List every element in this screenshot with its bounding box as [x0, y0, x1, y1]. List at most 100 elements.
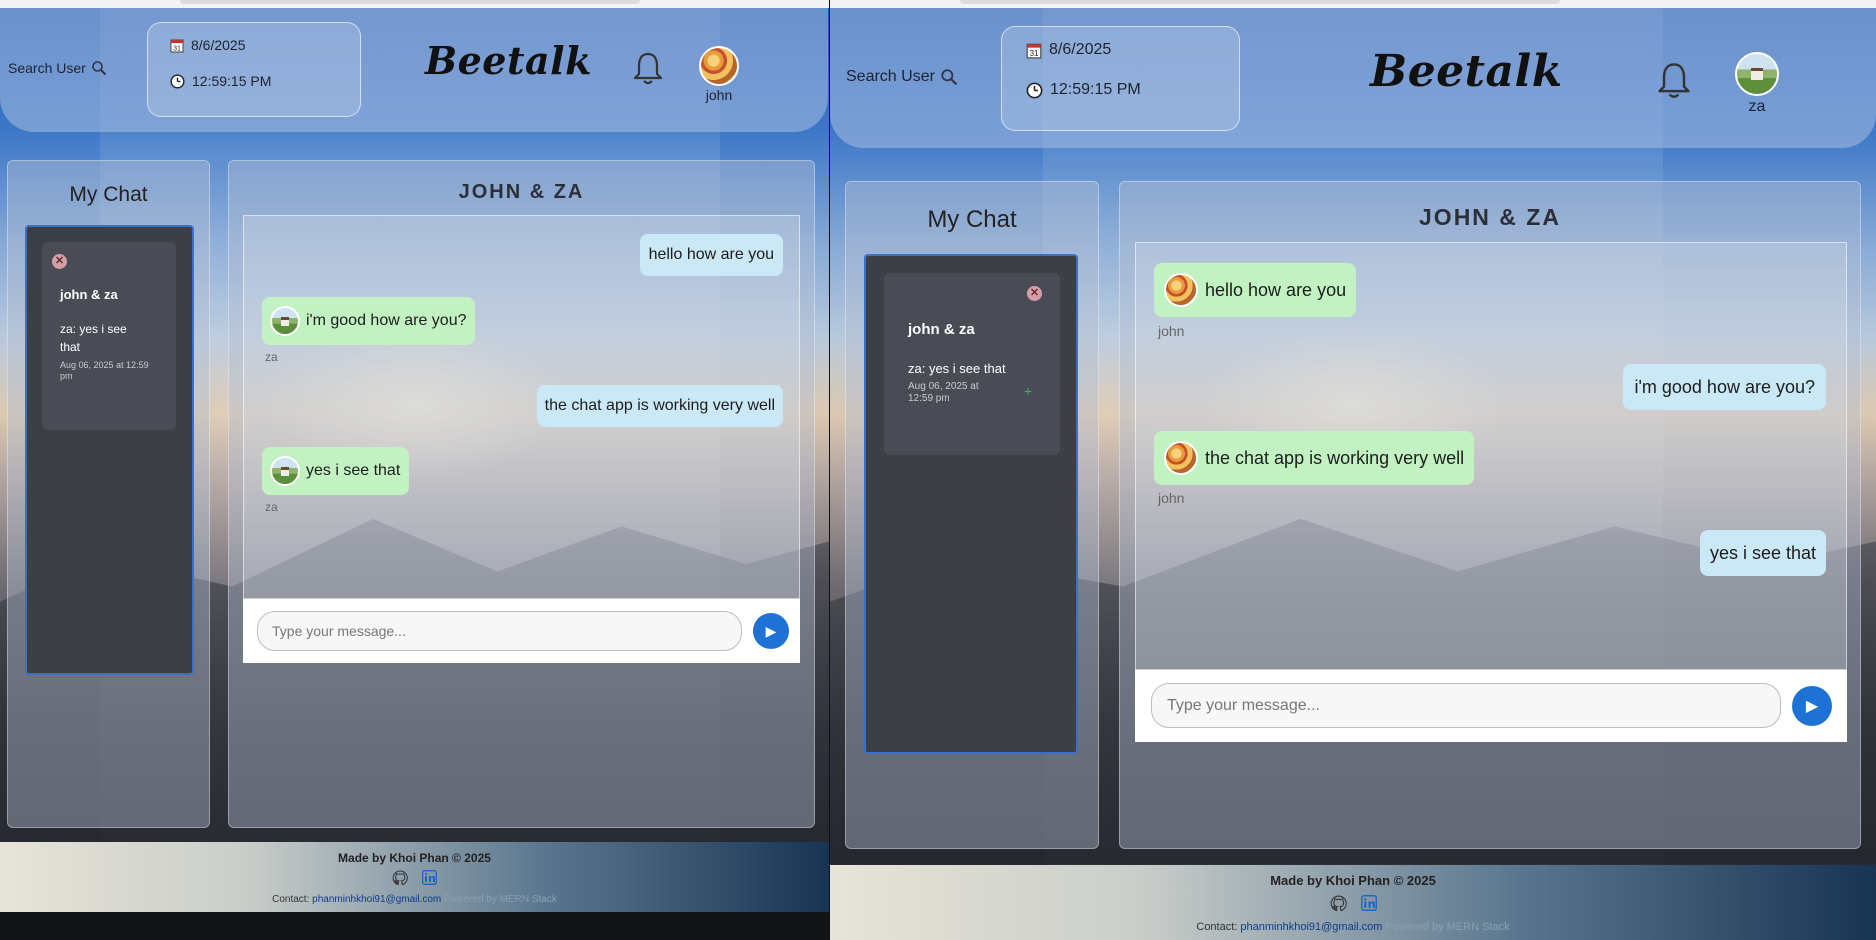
chat-list: ✕ john & za za: yes i see that Aug 06, 2…: [25, 225, 194, 675]
send-button[interactable]: ▶: [1792, 686, 1832, 726]
header: Search User 31 8/6/2025 12:59:15 PM Beet…: [830, 8, 1876, 148]
sender-avatar: [270, 456, 300, 486]
app-logo: Beetalk: [425, 38, 592, 83]
sender-name: za: [265, 500, 278, 514]
message-bubble-me: i'm good how are you?: [1623, 364, 1826, 410]
message-input-bar: Type your message... ▶: [243, 599, 800, 663]
message-text: the chat app is working very well: [1205, 447, 1465, 468]
header: Search User 31 8/6/2025 12:59:15 PM Beet…: [0, 8, 828, 132]
footer: Made by Khoi Phan © 2025 Contact: phanmi…: [0, 842, 829, 912]
conversation-panel: JOHN & ZA hello how are you i'm good how…: [228, 160, 815, 828]
clock-icon: [1026, 82, 1043, 98]
chat-card-name: john & za: [908, 321, 975, 338]
message-text: i'm good how are you?: [306, 312, 467, 329]
message-area: hello how are you john i'm good how are …: [1135, 242, 1847, 670]
contact-label: Contact:: [272, 894, 310, 905]
search-user-button[interactable]: Search User: [846, 68, 958, 86]
chat-card-last-message: za: yes i see that: [908, 361, 1006, 376]
sender-name: john: [1158, 323, 1185, 339]
message-input-bar: Type your message... ▶: [1135, 670, 1847, 742]
message-bubble-them: hello how are you: [1154, 263, 1357, 317]
chat-card[interactable]: ✕ john & za za: yes i see that Aug 06, 2…: [884, 273, 1060, 455]
sender-avatar: [1164, 273, 1198, 307]
sender-avatar: [1164, 441, 1198, 475]
chat-card-time: Aug 06, 2025 at 12:59 pm: [908, 381, 979, 404]
github-icon[interactable]: [392, 870, 408, 886]
footer-contact: Contact: phanminhkhoi91@gmail.com Powere…: [830, 921, 1876, 933]
online-indicator-icon: +: [1024, 383, 1033, 399]
github-icon[interactable]: [1330, 895, 1347, 912]
user-avatar[interactable]: [699, 46, 739, 86]
current-date: 8/6/2025: [191, 37, 246, 53]
chat-card[interactable]: ✕ john & za za: yes i see that Aug 06, 2…: [42, 242, 176, 430]
message-bubble-me: yes i see that: [1699, 530, 1826, 576]
sender-avatar: [270, 306, 300, 336]
conversation-title: JOHN & ZA: [1419, 204, 1561, 230]
app-logo: Beetalk: [1370, 46, 1563, 97]
powered-by: Powered by MERN Stack: [444, 894, 557, 905]
browser-top-strip: [0, 0, 829, 8]
footer-made-by: Made by Khoi Phan © 2025: [1270, 873, 1436, 888]
linkedin-icon[interactable]: [422, 870, 437, 885]
datetime-box: 31 8/6/2025 12:59:15 PM: [147, 22, 361, 117]
search-user-label: Search User: [846, 68, 935, 85]
close-icon[interactable]: ✕: [1027, 286, 1042, 301]
search-user-button[interactable]: Search User: [8, 60, 107, 76]
search-icon: [92, 61, 107, 76]
footer-contact: Contact: phanminhkhoi91@gmail.com Powere…: [0, 894, 829, 905]
message-bubble-them: i'm good how are you?: [262, 297, 476, 345]
contact-email-link[interactable]: phanminhkhoi91@gmail.com: [1240, 921, 1382, 933]
page-bottom: [0, 912, 829, 940]
username-label: john: [705, 87, 733, 103]
send-icon: ▶: [765, 622, 777, 639]
notification-bell-icon[interactable]: [1656, 60, 1692, 100]
message-bubble-me: hello how are you: [639, 234, 783, 276]
svg-text:31: 31: [1030, 49, 1039, 58]
message-text: i'm good how are you?: [1634, 376, 1815, 397]
current-time: 12:59:15 PM: [1050, 81, 1141, 98]
calendar-icon: 31: [170, 39, 184, 52]
chat-card-name: john & za: [60, 287, 118, 302]
conversation-title: JOHN & ZA: [458, 181, 585, 203]
svg-text:31: 31: [173, 45, 181, 52]
current-date: 8/6/2025: [1049, 41, 1112, 58]
close-icon[interactable]: ✕: [52, 254, 67, 269]
message-text: yes i see that: [1709, 542, 1816, 563]
left-browser-pane: Search User 31 8/6/2025 12:59:15 PM Beet…: [0, 0, 829, 940]
datetime-box: 31 8/6/2025 12:59:15 PM: [1001, 26, 1240, 131]
send-icon: ▶: [1805, 698, 1819, 715]
send-button[interactable]: ▶: [753, 613, 789, 649]
message-input[interactable]: Type your message...: [257, 611, 742, 651]
chat-card-time: Aug 06, 2025 at 12:59 pm: [60, 360, 149, 381]
search-icon: [941, 69, 958, 86]
contact-email-link[interactable]: phanminhkhoi91@gmail.com: [312, 894, 441, 905]
message-input[interactable]: Type your message...: [1151, 683, 1781, 728]
chat-card-last-message: za: yes i see that: [60, 322, 127, 354]
message-bubble-me: the chat app is working very well: [536, 385, 783, 427]
message-text: the chat app is working very well: [544, 397, 775, 414]
clock-icon: [170, 73, 185, 89]
message-bubble-them: yes i see that: [262, 447, 410, 495]
linkedin-icon[interactable]: [1360, 895, 1377, 911]
powered-by: Powered by MERN Stack: [1385, 921, 1510, 933]
my-chat-title: My Chat: [69, 183, 148, 206]
footer: Made by Khoi Phan © 2025 Contact: phanmi…: [830, 865, 1876, 940]
browser-top-strip: [830, 0, 1876, 8]
user-avatar[interactable]: [1735, 52, 1779, 96]
calendar-icon: 31: [1026, 43, 1042, 58]
my-chat-panel: My Chat ✕ john & za za: yes i see that A…: [7, 160, 210, 828]
right-browser-pane: Search User 31 8/6/2025 12:59:15 PM Beet…: [830, 0, 1876, 940]
current-time: 12:59:15 PM: [192, 73, 272, 89]
message-bubble-them: the chat app is working very well: [1154, 431, 1475, 485]
message-text: yes i see that: [306, 462, 401, 479]
my-chat-panel: My Chat ✕ john & za za: yes i see that A…: [845, 181, 1099, 849]
message-text: hello how are you: [648, 246, 774, 263]
my-chat-title: My Chat: [927, 206, 1017, 233]
username-label: za: [1748, 98, 1766, 115]
sender-name: john: [1158, 490, 1185, 506]
search-user-label: Search User: [8, 60, 86, 76]
message-area: hello how are you i'm good how are you? …: [243, 215, 800, 599]
footer-icons: [830, 895, 1876, 912]
notification-bell-icon[interactable]: [632, 50, 664, 86]
conversation-panel: JOHN & ZA hello how are you john i'm goo…: [1119, 181, 1861, 849]
